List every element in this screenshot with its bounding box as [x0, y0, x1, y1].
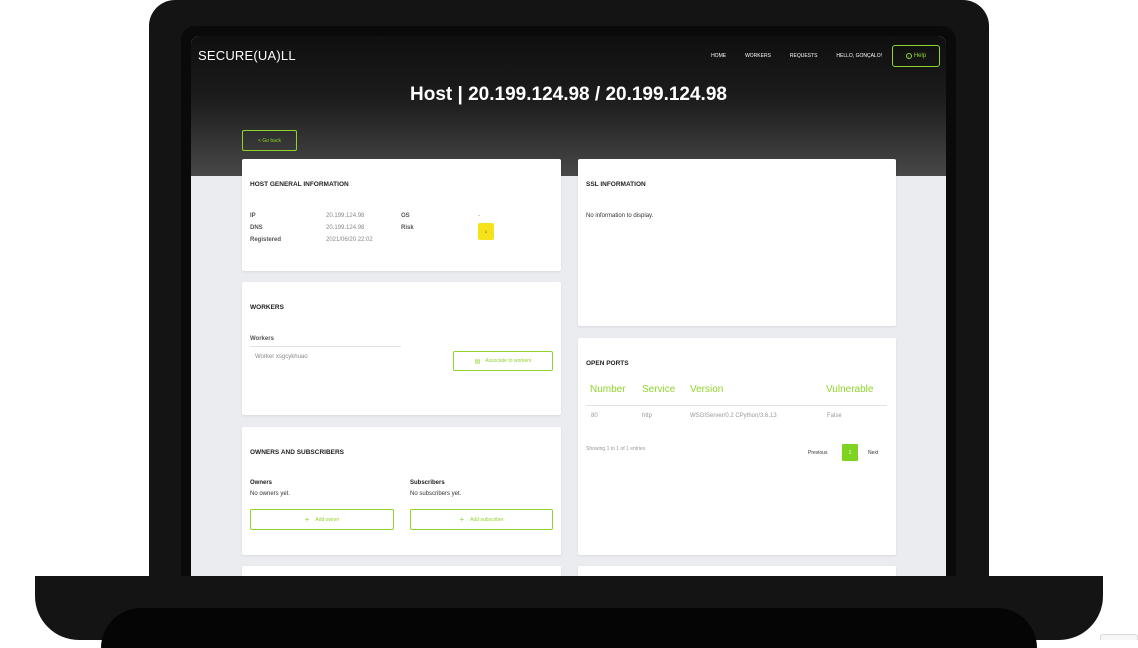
nav-user-greeting[interactable]: HELLO, GONÇALO! [836, 53, 882, 59]
worker-list-item[interactable]: Worker xsgcykhuao [255, 354, 308, 360]
add-subscriber-label: Add subscriber [470, 516, 504, 523]
page-1-button[interactable]: 1 [842, 444, 858, 461]
divider [250, 346, 401, 347]
subscribers-label: Subscribers [410, 480, 445, 486]
cell-number: 80 [591, 413, 598, 419]
add-subscriber-button[interactable]: + Add subscriber [410, 509, 553, 530]
browser-screen: SECURE(UA)LL HOME WORKERS REQUESTS HELLO… [191, 36, 946, 576]
add-owner-button[interactable]: + Add owner [250, 509, 394, 530]
workers-card: WORKERS Workers Worker xsgcykhuao ▤ Asso… [242, 282, 561, 415]
top-nav: HOME WORKERS REQUESTS HELLO, GONÇALO! i … [711, 45, 940, 67]
nav-workers[interactable]: WORKERS [745, 53, 771, 59]
ssl-empty-text: No information to display. [586, 213, 654, 219]
os-value: - [478, 213, 480, 219]
card-title: WORKERS [250, 304, 284, 311]
column-header-number[interactable]: Number [590, 384, 626, 395]
page-header: SECURE(UA)LL HOME WORKERS REQUESTS HELLO… [191, 36, 946, 176]
column-header-vulnerable[interactable]: Vulnerable [826, 384, 873, 395]
previous-button[interactable]: Previous [808, 450, 827, 456]
risk-label: Risk [401, 225, 414, 231]
workers-list-header: Workers [250, 336, 274, 342]
risk-badge: 1 [478, 223, 494, 240]
registered-value: 2021/06/20 22:02 [326, 237, 373, 243]
laptop-keyboard-deck [101, 608, 1037, 648]
subscribers-empty-text: No subscribers yet. [410, 491, 462, 497]
nav-home[interactable]: HOME [711, 53, 726, 59]
table-header-divider [586, 405, 887, 406]
nav-requests[interactable]: REQUESTS [790, 53, 818, 59]
plus-icon: + [459, 515, 465, 524]
corner-widget [1100, 634, 1138, 640]
registered-label: Registered [250, 237, 282, 243]
card-title: OWNERS AND SUBSCRIBERS [250, 449, 345, 456]
help-button[interactable]: i Help [892, 45, 940, 67]
inbox-icon: ▤ [474, 358, 481, 365]
column-header-version[interactable]: Version [690, 384, 723, 395]
plus-icon: + [304, 515, 310, 524]
open-ports-card: OPEN PORTS Number Service Version Vulner… [578, 338, 896, 555]
cell-service: http [642, 413, 653, 419]
owners-subscribers-card: OWNERS AND SUBSCRIBERS Owners No owners … [242, 427, 561, 555]
associate-workers-button[interactable]: ▤ Associate to workers [453, 351, 553, 371]
ip-label: IP [250, 213, 256, 219]
add-owner-label: Add owner [315, 516, 340, 523]
page-title: Host | 20.199.124.98 / 20.199.124.98 [410, 84, 727, 105]
host-info-card: HOST GENERAL INFORMATION IP 20.199.124.9… [242, 159, 561, 271]
column-header-service[interactable]: Service [642, 384, 675, 395]
card-title: OPEN PORTS [586, 360, 629, 367]
dns-label: DNS [250, 225, 263, 231]
cell-version: WSGIServer/0.2 CPython/3.6.13 [690, 413, 777, 419]
next-card-left [242, 566, 561, 576]
owners-label: Owners [250, 480, 273, 486]
card-title: SSL INFORMATION [586, 181, 646, 188]
ip-value: 20.199.124.98 [326, 213, 365, 219]
card-title: HOST GENERAL INFORMATION [250, 181, 349, 188]
table-info: Showing 1 to 1 of 1 entries [586, 446, 646, 452]
next-card-right [578, 566, 896, 576]
info-icon: i [905, 53, 912, 59]
help-label: Help [913, 53, 927, 59]
brand-logo[interactable]: SECURE(UA)LL [198, 48, 296, 63]
os-label: OS [401, 213, 410, 219]
ssl-info-card: SSL INFORMATION No information to displa… [578, 159, 896, 326]
owners-empty-text: No owners yet. [250, 491, 291, 497]
associate-label: Associate to workers [485, 358, 532, 364]
next-button[interactable]: Next [868, 450, 878, 456]
go-back-button[interactable]: < Go back [242, 130, 297, 151]
cell-vulnerable: False [827, 413, 842, 419]
dns-value: 20.199.124.98 [326, 225, 365, 231]
